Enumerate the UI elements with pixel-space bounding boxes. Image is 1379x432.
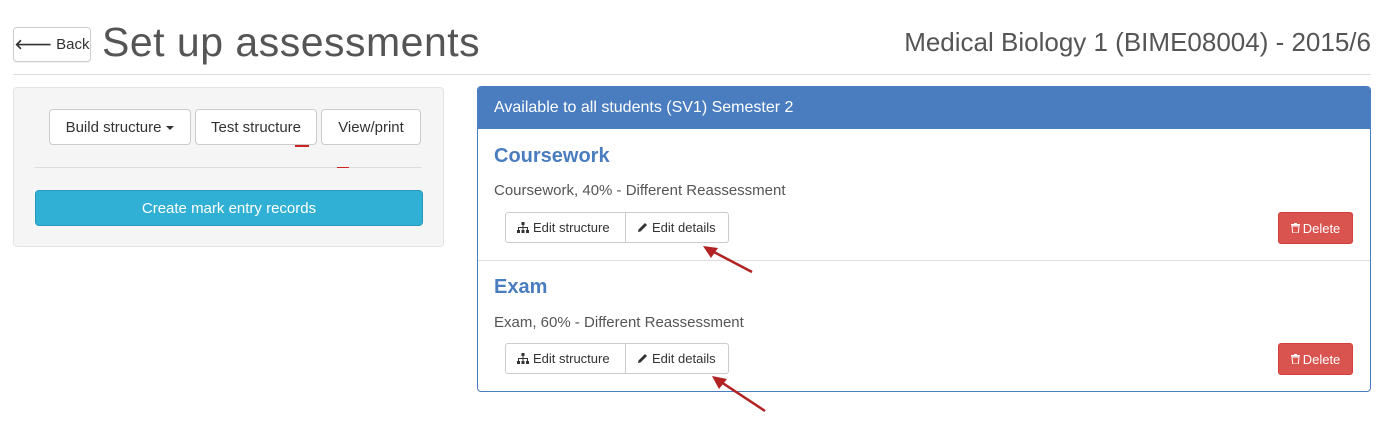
edit-structure-button[interactable]: Edit structure [505,212,626,243]
module-title: Medical Biology 1 (BIME08004) - 2015/6 [904,27,1371,57]
annotation-mark [337,167,349,168]
view-print-button[interactable]: View/print [321,109,421,145]
test-structure-button[interactable]: Test structure [195,109,317,145]
delete-label: Delete [1302,351,1341,367]
assessment-description: Coursework, 40% - Different Reassessment [494,182,786,199]
annotation-mark [295,145,309,147]
panel-divider [35,167,422,168]
create-mark-entry-records-button[interactable]: Create mark entry records [35,190,423,226]
build-structure-dropdown[interactable]: Build structure [49,109,191,145]
assessment-title: Coursework [494,145,610,167]
edit-details-button[interactable]: Edit details [626,212,729,243]
edit-details-label: Edit details [652,220,716,235]
create-records-label: Create mark entry records [141,199,317,217]
arrow-left-icon: 🡐 [14,36,53,52]
panel-heading: Available to all students (SV1) Semester… [478,87,1370,129]
view-print-label: View/print [338,118,404,136]
sitemap-icon [517,353,529,364]
delete-label: Delete [1302,220,1341,236]
assessment-actions-panel: Build structure Test structure View/prin… [13,87,444,247]
assessment-title: Exam [494,276,548,298]
assessment-edit-buttons: Edit structure Edit details [505,212,729,243]
assessment-edit-buttons: Edit structure Edit details [505,343,729,374]
edit-details-button[interactable]: Edit details [626,343,729,374]
test-structure-label: Test structure [210,118,302,136]
edit-structure-button[interactable]: Edit structure [505,343,626,374]
build-structure-label: Build structure [65,118,162,136]
edit-structure-label: Edit structure [533,220,610,235]
panel-heading-text: Available to all students (SV1) Semester… [494,99,794,116]
back-button[interactable]: 🡐 Back [13,27,91,62]
edit-structure-label: Edit structure [533,351,610,366]
sitemap-icon [517,222,529,233]
delete-button[interactable]: Delete [1278,212,1353,244]
assessment-description: Exam, 60% - Different Reassessment [494,314,744,331]
caret-down-icon [166,126,175,130]
trash-icon [1290,223,1300,233]
trash-icon [1290,354,1300,364]
page-header: 🡐 Back Set up assessments Medical Biolog… [13,18,1371,75]
assessment-item: Exam Exam, 60% - Different Reassessment … [478,261,1370,391]
pencil-icon [638,354,647,363]
delete-button[interactable]: Delete [1278,343,1353,375]
pencil-icon [638,223,647,232]
assessment-list-panel: Available to all students (SV1) Semester… [477,86,1371,392]
assessment-item: Coursework Coursework, 40% - Different R… [478,129,1370,260]
back-label: Back [56,36,90,53]
page-title: Set up assessments [102,19,481,65]
edit-details-label: Edit details [652,351,716,366]
